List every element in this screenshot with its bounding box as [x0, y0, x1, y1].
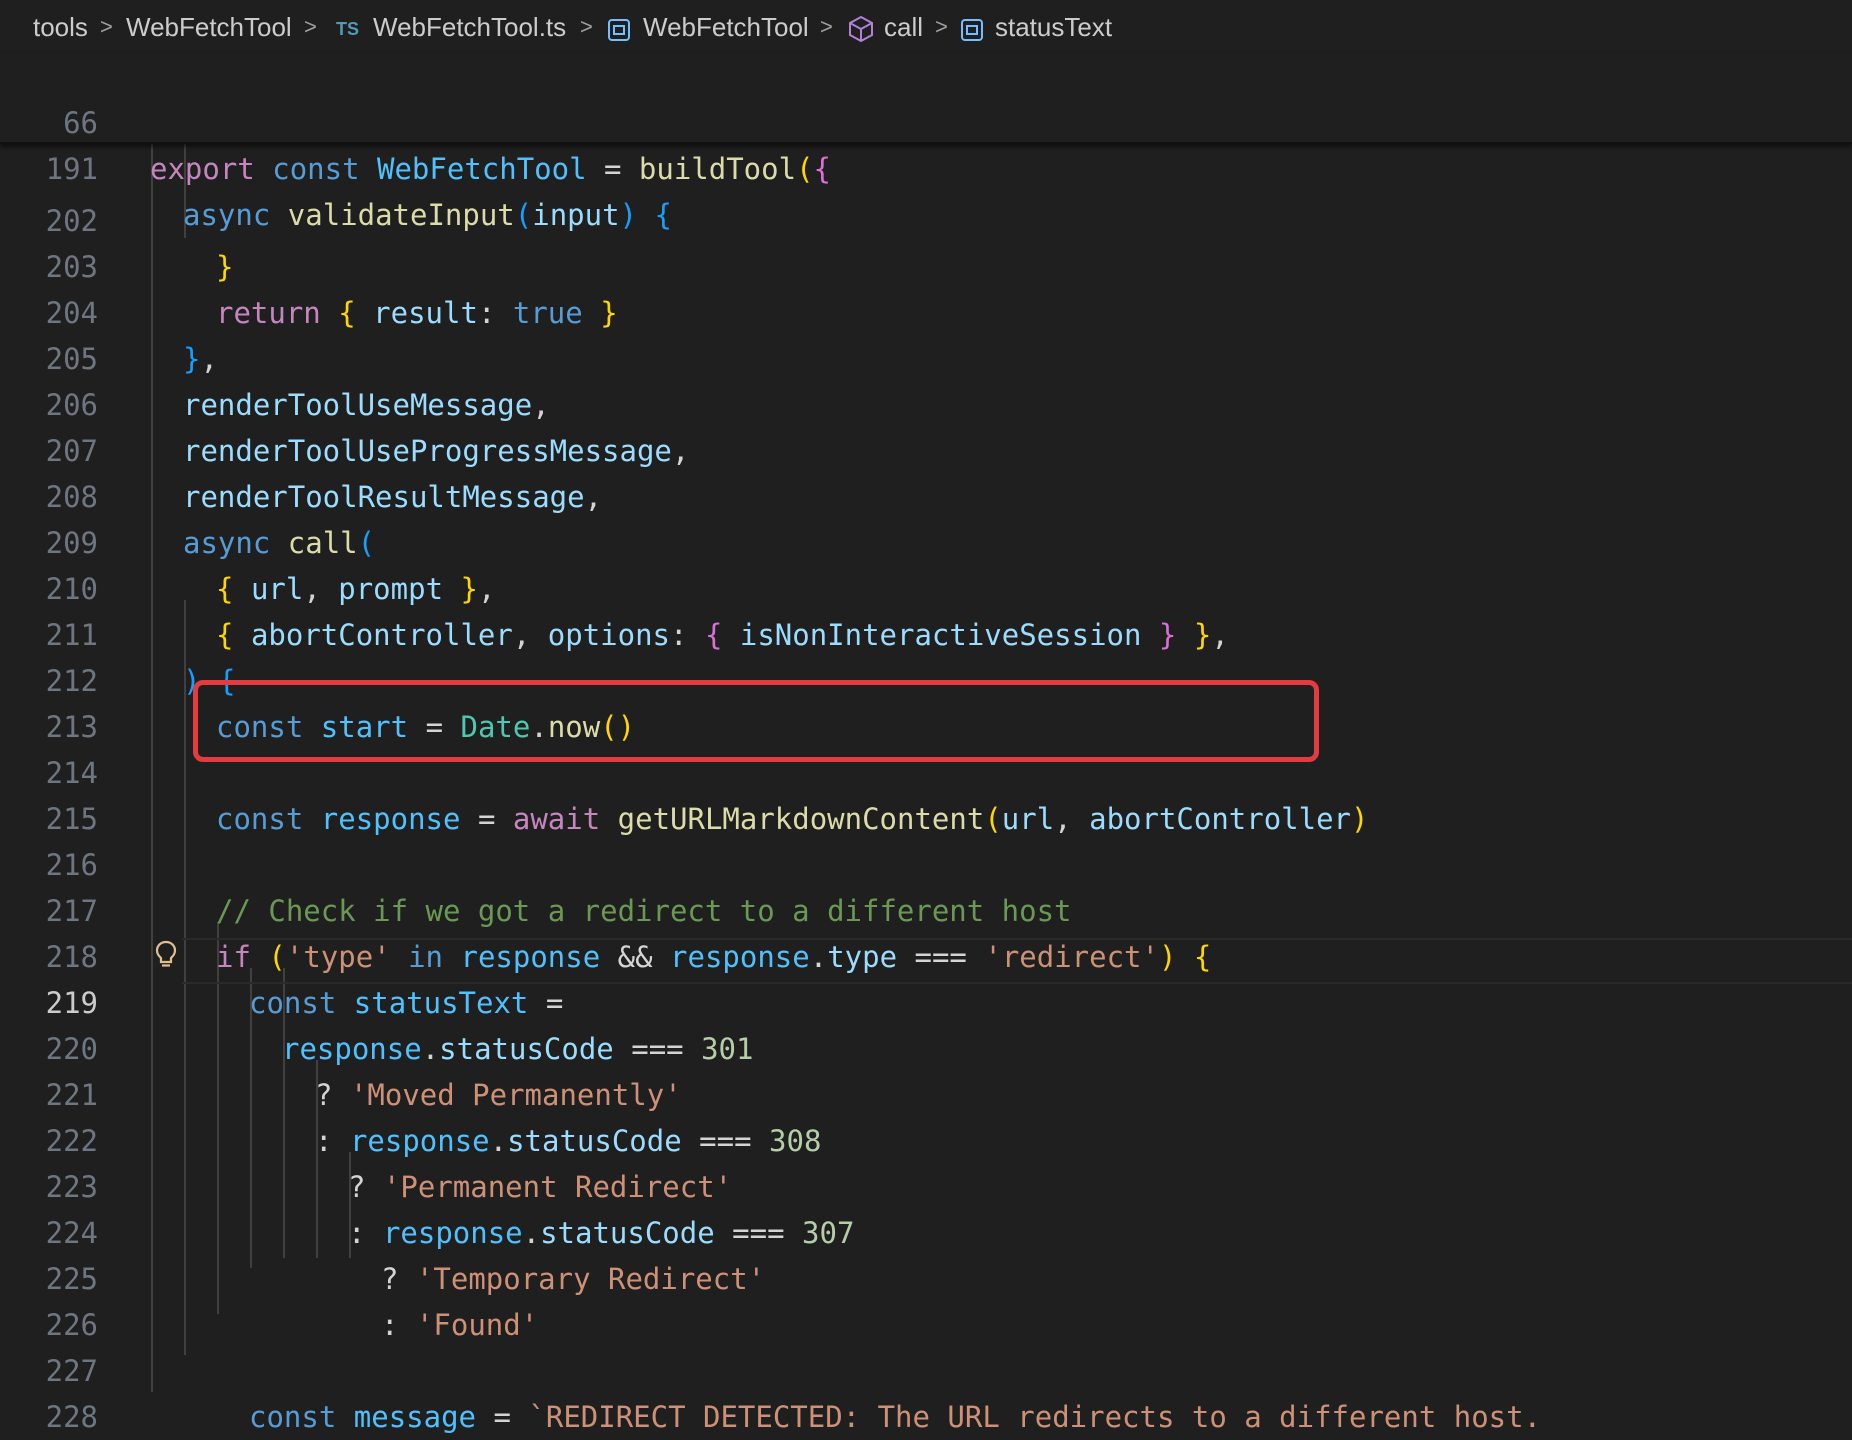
sticky-scroll-header[interactable]: 66 export const WebFetchTool = buildTool… [0, 54, 1852, 232]
line-number: 191 [45, 152, 98, 186]
code-text: async validateInput(input) { [183, 198, 672, 232]
sticky-line-66[interactable]: 66 export const WebFetchTool = buildTool… [0, 54, 1852, 186]
code-line-227[interactable]: 227 const message = `REDIRECT DETECTED: … [0, 1302, 1852, 1434]
code-line-218[interactable]: 218 const statusText = [0, 888, 1852, 1020]
chevron-right-icon: > [580, 14, 593, 39]
code-text: export const WebFetchTool = buildTool({ [150, 152, 831, 186]
code-text: const message = `REDIRECT DETECTED: The … [249, 1400, 1542, 1434]
code-line-210[interactable]: 210 { abortController, options: { isNonI… [0, 520, 1852, 652]
highlight-box [193, 680, 1319, 762]
line-number: 228 [45, 1400, 98, 1434]
breadcrumb-item-symbol[interactable]: WebFetchTool [643, 12, 809, 42]
code-line-208[interactable]: 208 async call( [0, 428, 1852, 560]
breadcrumb-item-variable[interactable]: statusText [995, 12, 1112, 42]
code-line-219[interactable]: 219 response.statusCode === 301 [0, 934, 1852, 1066]
code-line-228[interactable]: 228 [0, 1348, 1852, 1434]
code-line-217[interactable]: 217 if ('type' in response && response.t… [0, 842, 1852, 974]
lightbulb-icon[interactable] [155, 940, 177, 974]
code-line-204[interactable]: 204 }, [0, 244, 1852, 376]
code-line-220[interactable]: 220 ? 'Moved Permanently' [0, 980, 1852, 1112]
chevron-right-icon: > [304, 14, 317, 39]
method-cube-icon [847, 12, 875, 43]
code-line-221[interactable]: 221 : response.statusCode === 308 [0, 1026, 1852, 1158]
code-line-222[interactable]: 222 ? 'Permanent Redirect' [0, 1072, 1852, 1204]
chevron-right-icon: > [935, 14, 948, 39]
code-line-207[interactable]: 207 renderToolResultMessage, [0, 382, 1852, 514]
chevron-right-icon: > [100, 14, 113, 39]
code-line-211[interactable]: 211 ) { [0, 566, 1852, 698]
breadcrumb-item-tools[interactable]: tools [33, 12, 88, 42]
ts-file-icon: TS [336, 19, 360, 39]
breadcrumb: tools > WebFetchTool > TS WebFetchTool.t… [0, 0, 1852, 54]
breadcrumb-item-method[interactable]: call [884, 12, 923, 42]
code-line-224[interactable]: 224 ? 'Temporary Redirect' [0, 1164, 1852, 1296]
module-icon [607, 13, 631, 43]
code-line-212[interactable]: 212 const start = Date.now() [0, 612, 1852, 744]
code-line-209[interactable]: 209 { url, prompt }, [0, 474, 1852, 606]
breadcrumb-item-file[interactable]: WebFetchTool.ts [373, 12, 566, 42]
code-line-225[interactable]: 225 : 'Found' [0, 1210, 1852, 1342]
chevron-right-icon: > [820, 14, 833, 39]
sticky-line-191[interactable]: 191 async validateInput(input) { [0, 100, 1852, 232]
code-line-205[interactable]: 205 renderToolUseMessage, [0, 290, 1852, 422]
breadcrumb-item-folder[interactable]: WebFetchTool [126, 12, 292, 42]
code-line-206[interactable]: 206 renderToolUseProgressMessage, [0, 336, 1852, 468]
variable-icon [960, 13, 984, 43]
code-line-216[interactable]: 216 // Check if we got a redirect to a d… [0, 796, 1852, 928]
code-line-223[interactable]: 223 : response.statusCode === 307 [0, 1118, 1852, 1250]
code-line-226[interactable]: 226 [0, 1256, 1852, 1342]
